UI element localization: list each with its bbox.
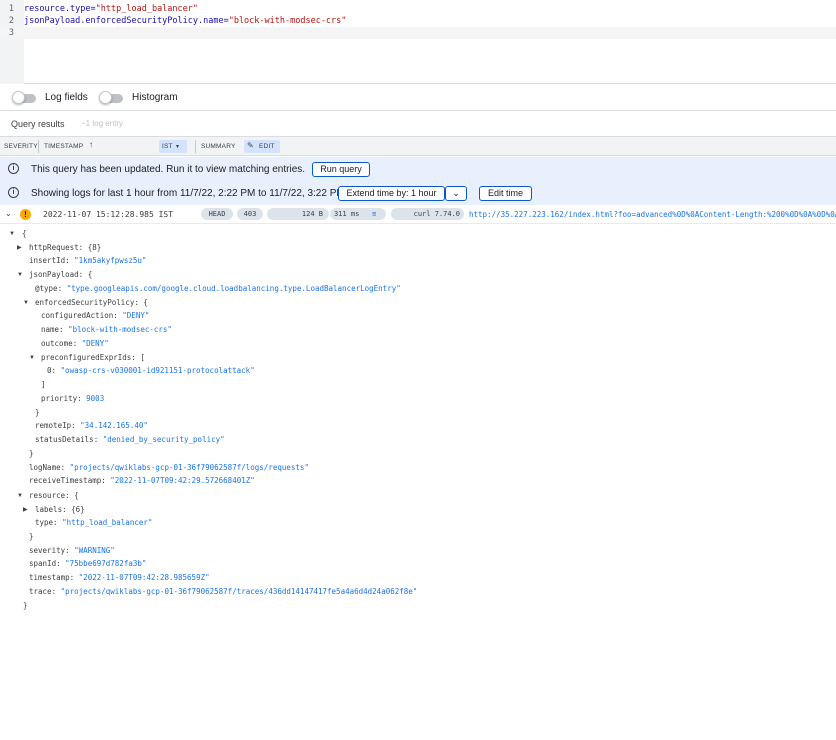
summary-column: SUMMARY xyxy=(201,143,236,150)
query-key: resource.type= xyxy=(24,4,96,14)
json-priority: priority: 9003 xyxy=(41,394,105,403)
user-agent-chip[interactable]: curl 7.74.0 xyxy=(391,208,464,220)
edit-label: EDIT xyxy=(259,143,275,150)
json-configured-action: configuredAction: "DENY" xyxy=(41,311,150,320)
entry-timestamp: 2022-11-07 15:12:28.985 IST xyxy=(43,210,174,219)
timezone-label: IST xyxy=(162,143,173,150)
json-expr-id-0: 0: "owasp-crs-v030001-id921151-protocola… xyxy=(47,366,255,375)
caret-down-icon[interactable]: ▼ xyxy=(17,269,23,281)
json-close-root: } xyxy=(23,601,28,610)
severity-column[interactable]: SEVERITY xyxy=(4,143,38,151)
json-open-brace: { xyxy=(22,229,27,238)
json-insert-id: insertId: "1km5akyfpwsz5u" xyxy=(29,256,147,265)
arrow-up-icon[interactable]: ↑ xyxy=(89,141,93,149)
waterfall-icon: ≅ xyxy=(372,210,377,218)
edit-time-button[interactable]: Edit time xyxy=(479,186,532,201)
caret-right-icon[interactable]: ▶ xyxy=(23,504,28,516)
query-value: "block-with-modsec-crs" xyxy=(228,16,347,26)
banner-message: Showing logs for last 1 hour from 11/7/2… xyxy=(31,188,348,199)
query-results-title: Query results xyxy=(11,119,65,129)
pencil-icon: ✎ xyxy=(247,141,254,150)
warning-icon: ! xyxy=(20,209,31,220)
method-chip[interactable]: HEAD xyxy=(201,208,233,220)
json-resource[interactable]: resource: { xyxy=(29,490,79,502)
query-results-header: Query results ~1 log entry xyxy=(0,111,836,137)
json-remote-ip: remoteIp: "34.142.165.40" xyxy=(35,421,148,430)
caret-down-icon: ▾ xyxy=(176,144,180,150)
chevron-down-icon[interactable]: ⌄ xyxy=(5,209,12,218)
edit-summary-button[interactable]: ✎ EDIT xyxy=(244,140,280,153)
editor-line[interactable]: 1 resource.type="http_load_balancer" xyxy=(0,3,836,15)
latency-chip[interactable]: 311 ms ≅ xyxy=(330,208,386,220)
log-fields-toggle[interactable] xyxy=(12,91,38,104)
json-type: @type: "type.googleapis.com/google.cloud… xyxy=(35,284,401,293)
time-range-banner: i Showing logs for last 1 hour from 11/7… xyxy=(0,181,836,205)
query-value: "http_load_balancer" xyxy=(95,4,199,14)
caret-down-icon[interactable]: ▼ xyxy=(23,297,29,309)
extend-time-button[interactable]: Extend time by: 1 hour xyxy=(338,186,445,201)
json-severity: severity: "WARNING" xyxy=(29,546,115,555)
query-updated-banner: i This query has been updated. Run it to… xyxy=(0,157,836,181)
json-preconfigured-expr-ids[interactable]: preconfiguredExprIds: [ xyxy=(41,352,145,364)
histogram-label: Histogram xyxy=(132,92,178,103)
json-policy-name: name: "block-with-modsec-crs" xyxy=(41,325,172,334)
json-receive-timestamp: receiveTimestamp: "2022-11-07T09:42:29.5… xyxy=(29,476,255,485)
editor-line[interactable]: 2 jsonPayload.enforcedSecurityPolicy.nam… xyxy=(0,15,836,27)
info-icon: i xyxy=(8,163,19,174)
json-enforced-security-policy[interactable]: enforcedSecurityPolicy: { xyxy=(35,297,148,309)
toggle-knob xyxy=(99,91,112,104)
query-editor[interactable]: 1 resource.type="http_load_balancer" 2 j… xyxy=(0,0,836,84)
json-close-bracket: ] xyxy=(41,380,46,389)
line-number: 1 xyxy=(8,4,14,14)
line-number: 2 xyxy=(8,16,14,26)
latency-value: 311 ms xyxy=(334,210,360,218)
query-key: jsonPayload.enforcedSecurityPolicy.name= xyxy=(24,16,229,26)
column-divider xyxy=(195,140,196,153)
banner-message: This query has been updated. Run it to v… xyxy=(31,164,306,175)
caret-right-icon[interactable]: ▶ xyxy=(17,242,22,254)
info-icon: i xyxy=(8,187,19,198)
line-number: 3 xyxy=(8,28,14,38)
request-url[interactable]: http://35.227.223.162/index.html?foo=adv… xyxy=(469,210,836,220)
json-log-name: logName: "projects/qwiklabs-gcp-01-36f79… xyxy=(29,463,309,472)
caret-down-icon[interactable]: ▼ xyxy=(29,352,35,364)
json-span-id: spanId: "75bbe697d782fa3b" xyxy=(29,559,147,568)
json-status-details: statusDetails: "denied_by_security_polic… xyxy=(35,435,225,444)
json-outcome: outcome: "DENY" xyxy=(41,339,109,348)
log-entry-row[interactable]: ⌄ ! 2022-11-07 15:12:28.985 IST HEAD 403… xyxy=(0,205,836,224)
toggle-knob xyxy=(12,91,25,104)
json-labels[interactable]: labels: {6} xyxy=(35,504,85,516)
json-timestamp: timestamp: "2022-11-07T09:42:28.985659Z" xyxy=(29,573,210,582)
json-close-brace: } xyxy=(29,532,34,541)
size-chip[interactable]: 124 B xyxy=(267,208,329,220)
extend-time-dropdown[interactable]: ⌄ xyxy=(445,186,467,201)
timezone-button[interactable]: IST ▾ xyxy=(159,140,187,153)
caret-down-icon[interactable]: ▼ xyxy=(9,228,15,240)
json-trace: trace: "projects/qwiklabs-gcp-01-36f7906… xyxy=(29,587,418,596)
json-payload[interactable]: jsonPayload: { xyxy=(29,269,92,281)
column-header: SEVERITY TIMESTAMP ↑ IST ▾ SUMMARY ✎ EDI… xyxy=(0,137,836,156)
column-divider xyxy=(38,140,39,153)
timestamp-column[interactable]: TIMESTAMP xyxy=(44,143,83,151)
editor-line-active[interactable]: 3 xyxy=(0,27,836,39)
run-query-button[interactable]: Run query xyxy=(312,162,370,177)
chevron-down-icon: ⌄ xyxy=(452,188,460,198)
histogram-toggle[interactable] xyxy=(99,91,125,104)
log-entry-count: ~1 log entry xyxy=(81,119,124,128)
json-resource-type: type: "http_load_balancer" xyxy=(35,518,153,527)
json-close-brace: } xyxy=(35,408,40,417)
log-fields-label: Log fields xyxy=(45,92,88,103)
status-chip[interactable]: 403 xyxy=(237,208,263,220)
json-close-brace: } xyxy=(29,449,34,458)
view-toggles: Log fields Histogram xyxy=(0,84,836,111)
json-http-request[interactable]: httpRequest: {8} xyxy=(29,242,101,254)
caret-down-icon[interactable]: ▼ xyxy=(17,490,23,502)
